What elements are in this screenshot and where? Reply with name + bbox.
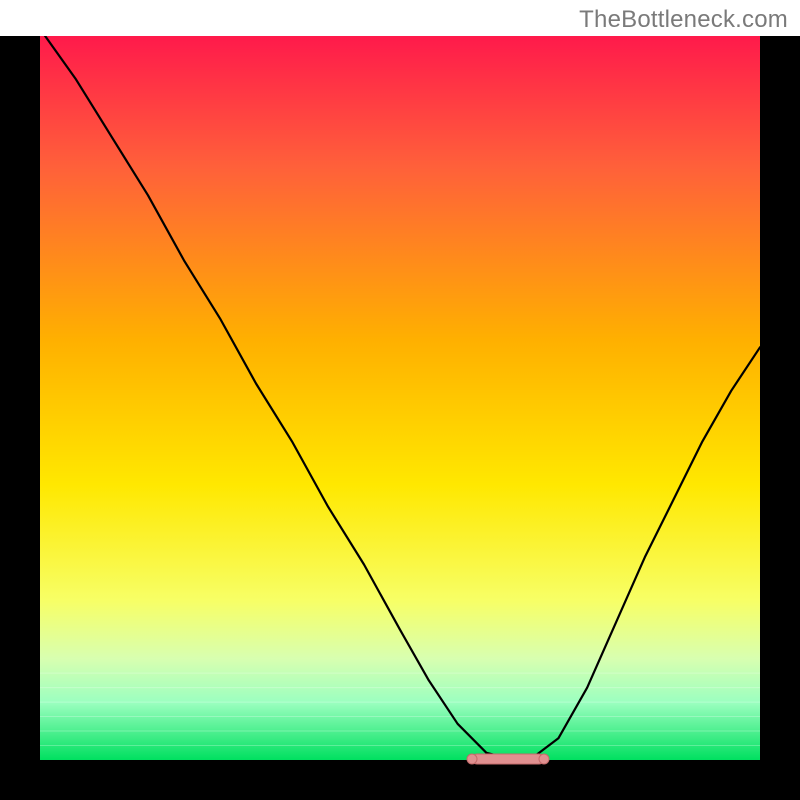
watermark-text: TheBottleneck.com (579, 6, 788, 34)
plot-area (0, 36, 800, 800)
bottleneck-curve-chart (0, 36, 800, 800)
chart-container: TheBottleneck.com (0, 0, 800, 800)
